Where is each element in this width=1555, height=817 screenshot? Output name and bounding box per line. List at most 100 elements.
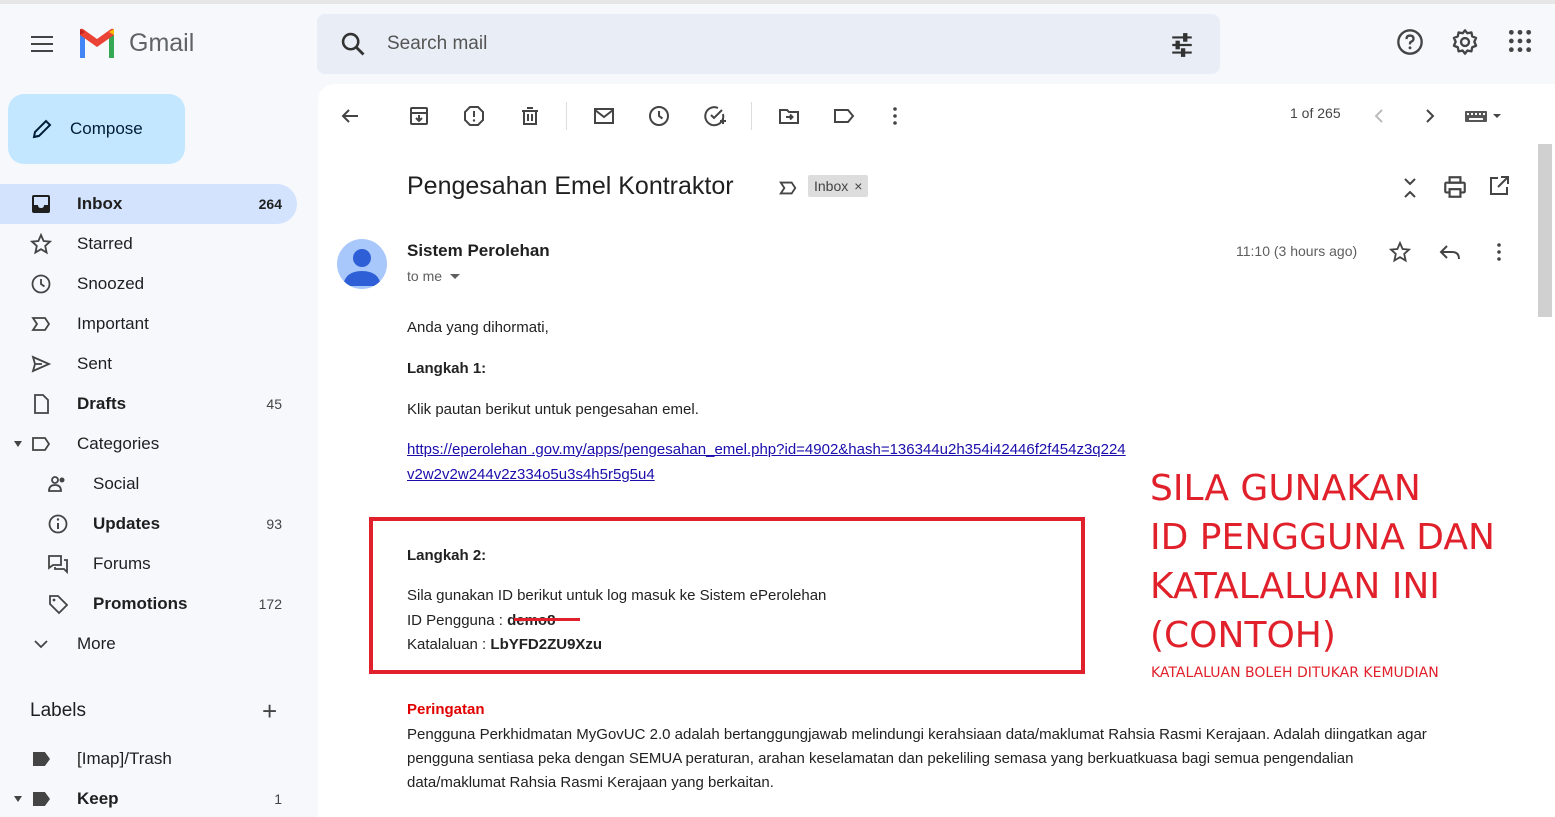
label-tag-icon — [33, 752, 50, 766]
password-label: Katalaluan : — [407, 636, 487, 653]
sidebar-nav: Inbox 264 Starred Snoozed Important Sent… — [0, 184, 297, 664]
snooze-clock-icon[interactable] — [647, 104, 671, 128]
password-line: Katalaluan : LbYFD2ZU9Xzu — [407, 636, 602, 653]
star-icon[interactable] — [1389, 241, 1411, 263]
search-icon[interactable] — [339, 30, 367, 58]
warning-title: Peringatan — [407, 701, 485, 718]
unread-count: 264 — [258, 196, 282, 212]
sidebar-item-updates[interactable]: Updates 93 — [0, 504, 297, 544]
sender-avatar[interactable] — [337, 239, 387, 289]
add-task-icon[interactable] — [703, 104, 727, 128]
annotation-subnote: KATALALUAN BOLEH DITUKAR KEMUDIAN — [1151, 665, 1439, 681]
inbox-label-chip[interactable]: Inbox × — [808, 175, 869, 197]
email-greeting: Anda yang dihormati, — [407, 319, 549, 336]
sidebar-item-promotions[interactable]: Promotions 172 — [0, 584, 297, 624]
info-icon — [48, 514, 68, 534]
toolbar-divider — [566, 102, 567, 130]
step2-title: Langkah 2: — [407, 547, 487, 564]
back-arrow-icon[interactable] — [338, 104, 362, 128]
verification-link[interactable]: https://eperolehan .gov.my/apps/pengesah… — [407, 441, 1126, 458]
label-outline-icon — [32, 437, 51, 451]
remove-label-icon[interactable]: × — [854, 178, 862, 194]
sidebar-item-more[interactable]: More — [0, 624, 297, 664]
people-icon — [48, 476, 65, 492]
pencil-icon — [32, 119, 52, 139]
expand-caret-icon[interactable] — [14, 441, 22, 447]
draft-file-icon — [34, 394, 49, 414]
warning-line: Pengguna Perkhidmatan MyGovUC 2.0 adalah… — [407, 726, 1427, 743]
label-tag-icon — [33, 792, 50, 806]
step2-text: Sila gunakan ID berikut untuk log masuk … — [407, 587, 827, 604]
verification-link-continued[interactable]: v2w2v2w244v2z334o5u3s4h5r5g5u4 — [407, 466, 655, 483]
search-bar[interactable] — [317, 14, 1220, 74]
delete-trash-icon[interactable] — [518, 104, 542, 128]
message-view: 1 of 265 Pengesahan Emel Kontraktor Inbo… — [318, 84, 1555, 817]
help-icon[interactable] — [1396, 28, 1424, 56]
compose-button[interactable]: Compose — [8, 94, 185, 164]
label-item-keep[interactable]: Keep 1 — [0, 779, 297, 817]
scrollbar-thumb[interactable] — [1538, 144, 1552, 317]
sidebar-item-sent[interactable]: Sent — [0, 344, 297, 384]
archive-icon[interactable] — [407, 104, 431, 128]
collapse-all-icon[interactable] — [1398, 176, 1422, 200]
important-marker-icon[interactable] — [778, 178, 798, 198]
chevron-down-icon — [34, 640, 48, 649]
settings-gear-icon[interactable] — [1451, 28, 1479, 56]
more-vert-icon[interactable] — [1488, 240, 1510, 264]
pagination-count: 1 of 265 — [1290, 105, 1341, 121]
chevron-right-icon[interactable] — [1417, 104, 1441, 128]
more-vert-icon[interactable] — [883, 104, 907, 128]
sidebar-item-inbox[interactable]: Inbox 264 — [0, 184, 297, 224]
person-icon — [343, 249, 381, 286]
add-label-icon[interactable]: + — [262, 698, 277, 724]
email-subject: Pengesahan Emel Kontraktor — [407, 172, 734, 200]
label-item-imap-trash[interactable]: [Imap]/Trash — [0, 739, 297, 779]
tag-icon — [49, 595, 69, 615]
password-value: LbYFD2ZU9Xzu — [490, 636, 603, 653]
important-icon — [31, 317, 51, 331]
sender-name[interactable]: Sistem Perolehan — [407, 241, 550, 261]
inbox-icon — [32, 195, 50, 213]
sidebar-item-snoozed[interactable]: Snoozed — [0, 264, 297, 304]
sidebar-item-drafts[interactable]: Drafts 45 — [0, 384, 297, 424]
sidebar-item-forums[interactable]: Forums — [0, 544, 297, 584]
main-menu-button[interactable] — [22, 26, 62, 62]
sidebar-item-categories[interactable]: Categories — [0, 424, 297, 464]
sidebar-item-important[interactable]: Important — [0, 304, 297, 344]
recipient-details[interactable]: to me — [407, 268, 461, 284]
compose-label: Compose — [70, 119, 143, 138]
redaction-strike — [514, 618, 580, 621]
apps-grid-icon[interactable] — [1507, 28, 1533, 54]
gmail-m-icon — [80, 28, 114, 58]
labels-header: Labels — [30, 700, 86, 721]
clock-icon — [31, 274, 51, 294]
user-id-label: ID Pengguna : — [407, 612, 503, 629]
warning-line: data/maklumat Rahsia Rasmi Kerajaan yang… — [407, 774, 774, 791]
send-icon — [31, 355, 52, 373]
search-options-icon[interactable] — [1169, 32, 1195, 58]
step1-title: Langkah 1: — [407, 360, 487, 377]
gmail-wordmark: Gmail — [129, 28, 195, 57]
reply-icon[interactable] — [1438, 241, 1462, 263]
label-icon[interactable] — [832, 104, 856, 128]
top-border — [0, 0, 1555, 4]
move-to-folder-icon[interactable] — [777, 104, 801, 128]
dropdown-arrow-icon — [450, 273, 461, 279]
print-icon[interactable] — [1442, 174, 1468, 200]
expand-caret-icon[interactable] — [14, 796, 22, 802]
toolbar-divider — [751, 102, 752, 130]
gmail-logo[interactable]: Gmail — [77, 28, 194, 58]
annotation-note: SILA GUNAKAN ID PENGGUNA DAN KATALALUAN … — [1150, 468, 1495, 656]
star-icon — [30, 233, 52, 255]
report-spam-icon[interactable] — [462, 104, 486, 128]
step1-text: Klik pautan berikut untuk pengesahan eme… — [407, 401, 699, 418]
open-in-new-window-icon[interactable] — [1487, 174, 1511, 198]
chevron-left-icon[interactable] — [1368, 104, 1392, 128]
warning-line: pengguna sentiasa peka dengan SEMUA pera… — [407, 750, 1354, 767]
input-tools-keyboard-icon[interactable] — [1463, 104, 1507, 128]
search-input[interactable] — [387, 14, 1147, 74]
mark-unread-mail-icon[interactable] — [592, 104, 616, 128]
email-timestamp: 11:10 (3 hours ago) — [1236, 243, 1358, 259]
sidebar-item-social[interactable]: Social — [0, 464, 297, 504]
sidebar-item-starred[interactable]: Starred — [0, 224, 297, 264]
